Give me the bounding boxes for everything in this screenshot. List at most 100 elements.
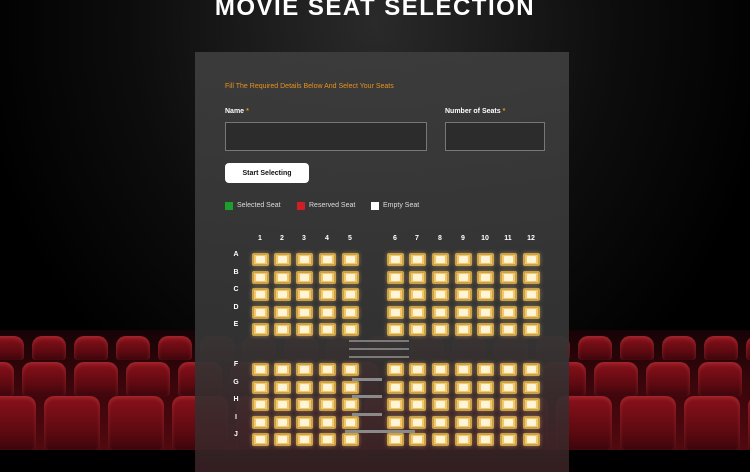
seat-F8[interactable]	[432, 363, 449, 376]
seat-I6[interactable]	[387, 416, 404, 429]
seat-J1[interactable]	[252, 433, 269, 446]
seat-B2[interactable]	[274, 271, 291, 284]
seat-B9[interactable]	[455, 271, 472, 284]
seat-J5[interactable]	[342, 433, 359, 446]
seat-A11[interactable]	[500, 253, 517, 266]
seat-I12[interactable]	[523, 416, 540, 429]
seat-E10[interactable]	[477, 323, 494, 336]
seat-B11[interactable]	[500, 271, 517, 284]
seat-C4[interactable]	[319, 288, 336, 301]
seat-H3[interactable]	[296, 398, 313, 411]
seat-E6[interactable]	[387, 323, 404, 336]
seat-I3[interactable]	[296, 416, 313, 429]
seat-J10[interactable]	[477, 433, 494, 446]
seat-F12[interactable]	[523, 363, 540, 376]
seat-G6[interactable]	[387, 381, 404, 394]
seat-H11[interactable]	[500, 398, 517, 411]
seat-D12[interactable]	[523, 306, 540, 319]
seat-A8[interactable]	[432, 253, 449, 266]
seat-F11[interactable]	[500, 363, 517, 376]
seat-E4[interactable]	[319, 323, 336, 336]
seat-H10[interactable]	[477, 398, 494, 411]
seat-A5[interactable]	[342, 253, 359, 266]
seat-F9[interactable]	[455, 363, 472, 376]
seat-H2[interactable]	[274, 398, 291, 411]
seat-C12[interactable]	[523, 288, 540, 301]
seat-E11[interactable]	[500, 323, 517, 336]
seat-A1[interactable]	[252, 253, 269, 266]
seat-C2[interactable]	[274, 288, 291, 301]
seat-D5[interactable]	[342, 306, 359, 319]
seat-G7[interactable]	[409, 381, 426, 394]
seat-E5[interactable]	[342, 323, 359, 336]
seat-H8[interactable]	[432, 398, 449, 411]
seat-J7[interactable]	[409, 433, 426, 446]
seat-B7[interactable]	[409, 271, 426, 284]
seat-J11[interactable]	[500, 433, 517, 446]
seat-C3[interactable]	[296, 288, 313, 301]
seats-count-input[interactable]	[445, 122, 545, 151]
seat-B1[interactable]	[252, 271, 269, 284]
seat-F7[interactable]	[409, 363, 426, 376]
seat-C10[interactable]	[477, 288, 494, 301]
seat-G11[interactable]	[500, 381, 517, 394]
seat-C9[interactable]	[455, 288, 472, 301]
seat-I9[interactable]	[455, 416, 472, 429]
seat-A7[interactable]	[409, 253, 426, 266]
seat-F5[interactable]	[342, 363, 359, 376]
seat-A12[interactable]	[523, 253, 540, 266]
seat-J12[interactable]	[523, 433, 540, 446]
seat-J9[interactable]	[455, 433, 472, 446]
seat-G12[interactable]	[523, 381, 540, 394]
seat-F4[interactable]	[319, 363, 336, 376]
seat-C8[interactable]	[432, 288, 449, 301]
seat-D4[interactable]	[319, 306, 336, 319]
seat-B4[interactable]	[319, 271, 336, 284]
seat-F10[interactable]	[477, 363, 494, 376]
seat-E9[interactable]	[455, 323, 472, 336]
seat-I5[interactable]	[342, 416, 359, 429]
seat-A4[interactable]	[319, 253, 336, 266]
seat-D1[interactable]	[252, 306, 269, 319]
seat-I8[interactable]	[432, 416, 449, 429]
seat-H4[interactable]	[319, 398, 336, 411]
seat-H1[interactable]	[252, 398, 269, 411]
seat-D7[interactable]	[409, 306, 426, 319]
seat-I7[interactable]	[409, 416, 426, 429]
seat-E12[interactable]	[523, 323, 540, 336]
seat-B3[interactable]	[296, 271, 313, 284]
seat-G2[interactable]	[274, 381, 291, 394]
seat-I4[interactable]	[319, 416, 336, 429]
seat-E3[interactable]	[296, 323, 313, 336]
seat-D11[interactable]	[500, 306, 517, 319]
seat-D3[interactable]	[296, 306, 313, 319]
start-selecting-button[interactable]: Start Selecting	[225, 163, 309, 183]
seat-G8[interactable]	[432, 381, 449, 394]
seat-A10[interactable]	[477, 253, 494, 266]
seat-B6[interactable]	[387, 271, 404, 284]
seat-F6[interactable]	[387, 363, 404, 376]
seat-C1[interactable]	[252, 288, 269, 301]
seat-C5[interactable]	[342, 288, 359, 301]
seat-E8[interactable]	[432, 323, 449, 336]
seat-D6[interactable]	[387, 306, 404, 319]
seat-F3[interactable]	[296, 363, 313, 376]
seat-E2[interactable]	[274, 323, 291, 336]
seat-H6[interactable]	[387, 398, 404, 411]
seat-A6[interactable]	[387, 253, 404, 266]
seat-I2[interactable]	[274, 416, 291, 429]
seat-G1[interactable]	[252, 381, 269, 394]
seat-G4[interactable]	[319, 381, 336, 394]
seat-B5[interactable]	[342, 271, 359, 284]
seat-E1[interactable]	[252, 323, 269, 336]
seat-D8[interactable]	[432, 306, 449, 319]
seat-A3[interactable]	[296, 253, 313, 266]
seat-I1[interactable]	[252, 416, 269, 429]
seat-G9[interactable]	[455, 381, 472, 394]
seat-H9[interactable]	[455, 398, 472, 411]
seat-H12[interactable]	[523, 398, 540, 411]
seat-G5[interactable]	[342, 381, 359, 394]
seat-A9[interactable]	[455, 253, 472, 266]
name-input[interactable]	[225, 122, 427, 151]
seat-G10[interactable]	[477, 381, 494, 394]
